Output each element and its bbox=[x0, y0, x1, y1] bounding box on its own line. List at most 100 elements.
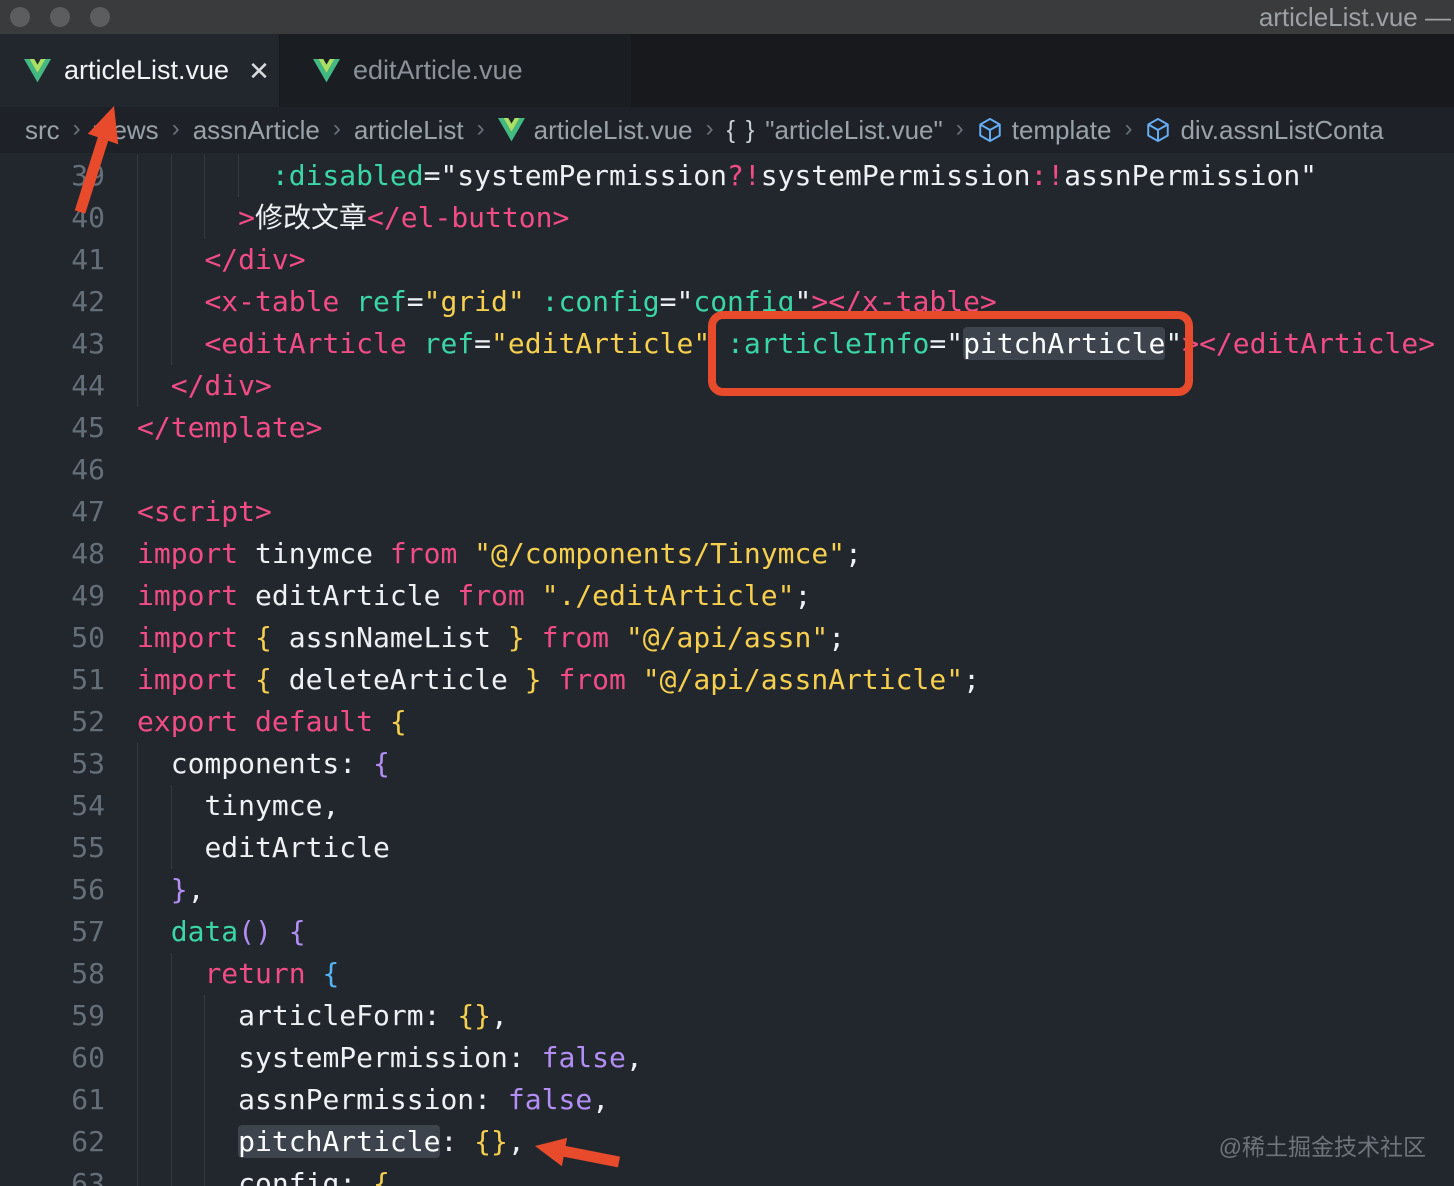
breadcrumb-label: assnArticle bbox=[192, 114, 320, 145]
breadcrumb-separator: › bbox=[955, 115, 964, 142]
code-line-59[interactable]: 59 articleForm: {}, bbox=[0, 995, 1454, 1037]
line-number: 63 bbox=[71, 1167, 105, 1186]
code-text: components: { bbox=[170, 747, 390, 780]
code-line-55[interactable]: 55 editArticle bbox=[0, 827, 1454, 869]
indent-guide bbox=[137, 743, 138, 785]
code-line-47[interactable]: 47 <script> bbox=[0, 491, 1454, 533]
vue-icon bbox=[24, 58, 51, 83]
line-number: 43 bbox=[71, 327, 105, 360]
breadcrumb-separator: › bbox=[705, 115, 714, 142]
indent-guide bbox=[137, 995, 138, 1037]
code-line-61[interactable]: 61 assnPermission: false, bbox=[0, 1079, 1454, 1121]
breadcrumb-item-div-assnlistconta[interactable]: div.assnListConta bbox=[1145, 114, 1384, 146]
code-line-39[interactable]: 39 :disabled="systemPermission?!systemPe… bbox=[0, 155, 1454, 197]
code-line-56[interactable]: 56 }, bbox=[0, 869, 1454, 911]
tab-bar: articleList.vue ✕ editArticle.vue bbox=[0, 34, 1454, 107]
minimize-window-button[interactable] bbox=[50, 7, 70, 27]
code-text: </div> bbox=[204, 243, 306, 276]
code-line-42[interactable]: 42 <x-table ref="grid" :config="config">… bbox=[0, 281, 1454, 323]
indent-guide bbox=[204, 995, 206, 1037]
close-icon[interactable]: ✕ bbox=[248, 58, 270, 84]
indent-guide bbox=[137, 827, 138, 869]
indent-guide bbox=[204, 1163, 206, 1186]
indent-guide bbox=[170, 239, 172, 281]
code-text: <editArticle ref="editArticle" :articleI… bbox=[204, 327, 1436, 360]
code-line-51[interactable]: 51 import { deleteArticle } from "@/api/a… bbox=[0, 659, 1454, 701]
code-text: import { assnNameList } from "@/api/assn… bbox=[137, 621, 846, 654]
code-line-41[interactable]: 41 </div> bbox=[0, 239, 1454, 281]
tab-editarticle-vue[interactable]: editArticle.vue bbox=[280, 34, 631, 107]
line-number: 53 bbox=[71, 747, 105, 780]
breadcrumb-item-assnarticle[interactable]: assnArticle bbox=[193, 115, 320, 146]
breadcrumb: src › views › assnArticle › articleList › articl… bbox=[0, 107, 1454, 153]
breadcrumb-item-articlelist[interactable]: articleList bbox=[354, 115, 464, 146]
line-number: 56 bbox=[71, 873, 105, 906]
code-line-40[interactable]: 40 >修改文章</el-button> bbox=[0, 197, 1454, 239]
code-line-57[interactable]: 57 data() { bbox=[0, 911, 1454, 953]
line-number: 47 bbox=[71, 495, 105, 528]
indent-guide bbox=[137, 323, 138, 365]
line-number: 62 bbox=[71, 1125, 105, 1158]
breadcrumb-label: views bbox=[93, 114, 159, 145]
code-line-60[interactable]: 60 systemPermission: false, bbox=[0, 1037, 1454, 1079]
indent-guide bbox=[170, 1121, 172, 1163]
code-text: pitchArticle: {}, bbox=[238, 1125, 525, 1158]
code-line-58[interactable]: 58 return { bbox=[0, 953, 1454, 995]
code-text: tinymce, bbox=[204, 789, 340, 822]
code-text: config: { bbox=[238, 1167, 390, 1186]
code-line-49[interactable]: 49 import editArticle from "./editArticle… bbox=[0, 575, 1454, 617]
indent-guide bbox=[170, 1079, 172, 1121]
window-title: articleList.vue — bbox=[1258, 2, 1451, 32]
code-text: import editArticle from "./editArticle"; bbox=[137, 579, 812, 612]
code-text: systemPermission: false, bbox=[238, 1041, 643, 1074]
breadcrumb-item--articlelist-vue-[interactable]: { } "articleList.vue" bbox=[727, 115, 943, 146]
code-line-52[interactable]: 52 export default { bbox=[0, 701, 1454, 743]
line-number: 41 bbox=[71, 243, 105, 276]
code-line-63[interactable]: 63 config: { bbox=[0, 1163, 1454, 1186]
cube-icon bbox=[977, 117, 1003, 143]
code-line-46[interactable]: 46 bbox=[0, 449, 1454, 491]
breadcrumb-label: src bbox=[25, 114, 60, 145]
code-line-54[interactable]: 54 tinymce, bbox=[0, 785, 1454, 827]
tab-articlelist-vue[interactable]: articleList.vue ✕ bbox=[0, 34, 279, 107]
breadcrumb-item-src[interactable]: src bbox=[25, 115, 60, 146]
code-line-50[interactable]: 50 import { assnNameList } from "@/api/as… bbox=[0, 617, 1454, 659]
indent-guide bbox=[170, 953, 172, 995]
breadcrumb-separator: › bbox=[171, 115, 180, 142]
code-text: >修改文章</el-button> bbox=[238, 201, 570, 234]
indent-guide bbox=[137, 155, 138, 197]
breadcrumb-item-template[interactable]: template bbox=[977, 115, 1111, 146]
indent-guide bbox=[204, 1121, 206, 1163]
code-line-45[interactable]: 45 </template> bbox=[0, 407, 1454, 449]
line-number: 61 bbox=[71, 1083, 105, 1116]
line-number: 54 bbox=[71, 789, 105, 822]
title-bar: articleList.vue — bbox=[0, 0, 1454, 34]
breadcrumb-item-views[interactable]: views bbox=[94, 115, 159, 146]
code-text: export default { bbox=[137, 705, 407, 738]
code-line-48[interactable]: 48 import tinymce from "@/components/Tiny… bbox=[0, 533, 1454, 575]
zoom-window-button[interactable] bbox=[90, 7, 110, 27]
indent-guide bbox=[137, 365, 138, 407]
vue-icon bbox=[497, 118, 525, 142]
line-number: 48 bbox=[71, 537, 105, 570]
cube-icon bbox=[1145, 117, 1171, 143]
line-number: 55 bbox=[71, 831, 105, 864]
breadcrumb-item-articlelist-vue[interactable]: articleList.vue bbox=[497, 115, 693, 146]
indent-guide bbox=[137, 1079, 138, 1121]
code-text: </div> bbox=[170, 369, 272, 402]
indent-guide bbox=[170, 1163, 172, 1186]
breadcrumb-separator: › bbox=[72, 115, 81, 142]
close-window-button[interactable] bbox=[10, 7, 30, 27]
code-text: :disabled="systemPermission?!systemPermi… bbox=[271, 159, 1318, 192]
breadcrumb-label: div.assnListConta bbox=[1180, 114, 1384, 145]
code-text: return { bbox=[204, 957, 340, 990]
indent-guide bbox=[170, 281, 172, 323]
tab-label: articleList.vue bbox=[64, 55, 230, 85]
code-line-44[interactable]: 44 </div> bbox=[0, 365, 1454, 407]
code-line-43[interactable]: 43 <editArticle ref="editArticle" :artic… bbox=[0, 323, 1454, 365]
code-line-53[interactable]: 53 components: { bbox=[0, 743, 1454, 785]
code-area[interactable]: 39 :disabled="systemPermission?!systemPe… bbox=[0, 155, 1454, 1186]
code-text: articleForm: {}, bbox=[238, 999, 508, 1032]
indent-guide bbox=[137, 1037, 138, 1079]
code-text: import { deleteArticle } from "@/api/ass… bbox=[137, 663, 980, 696]
